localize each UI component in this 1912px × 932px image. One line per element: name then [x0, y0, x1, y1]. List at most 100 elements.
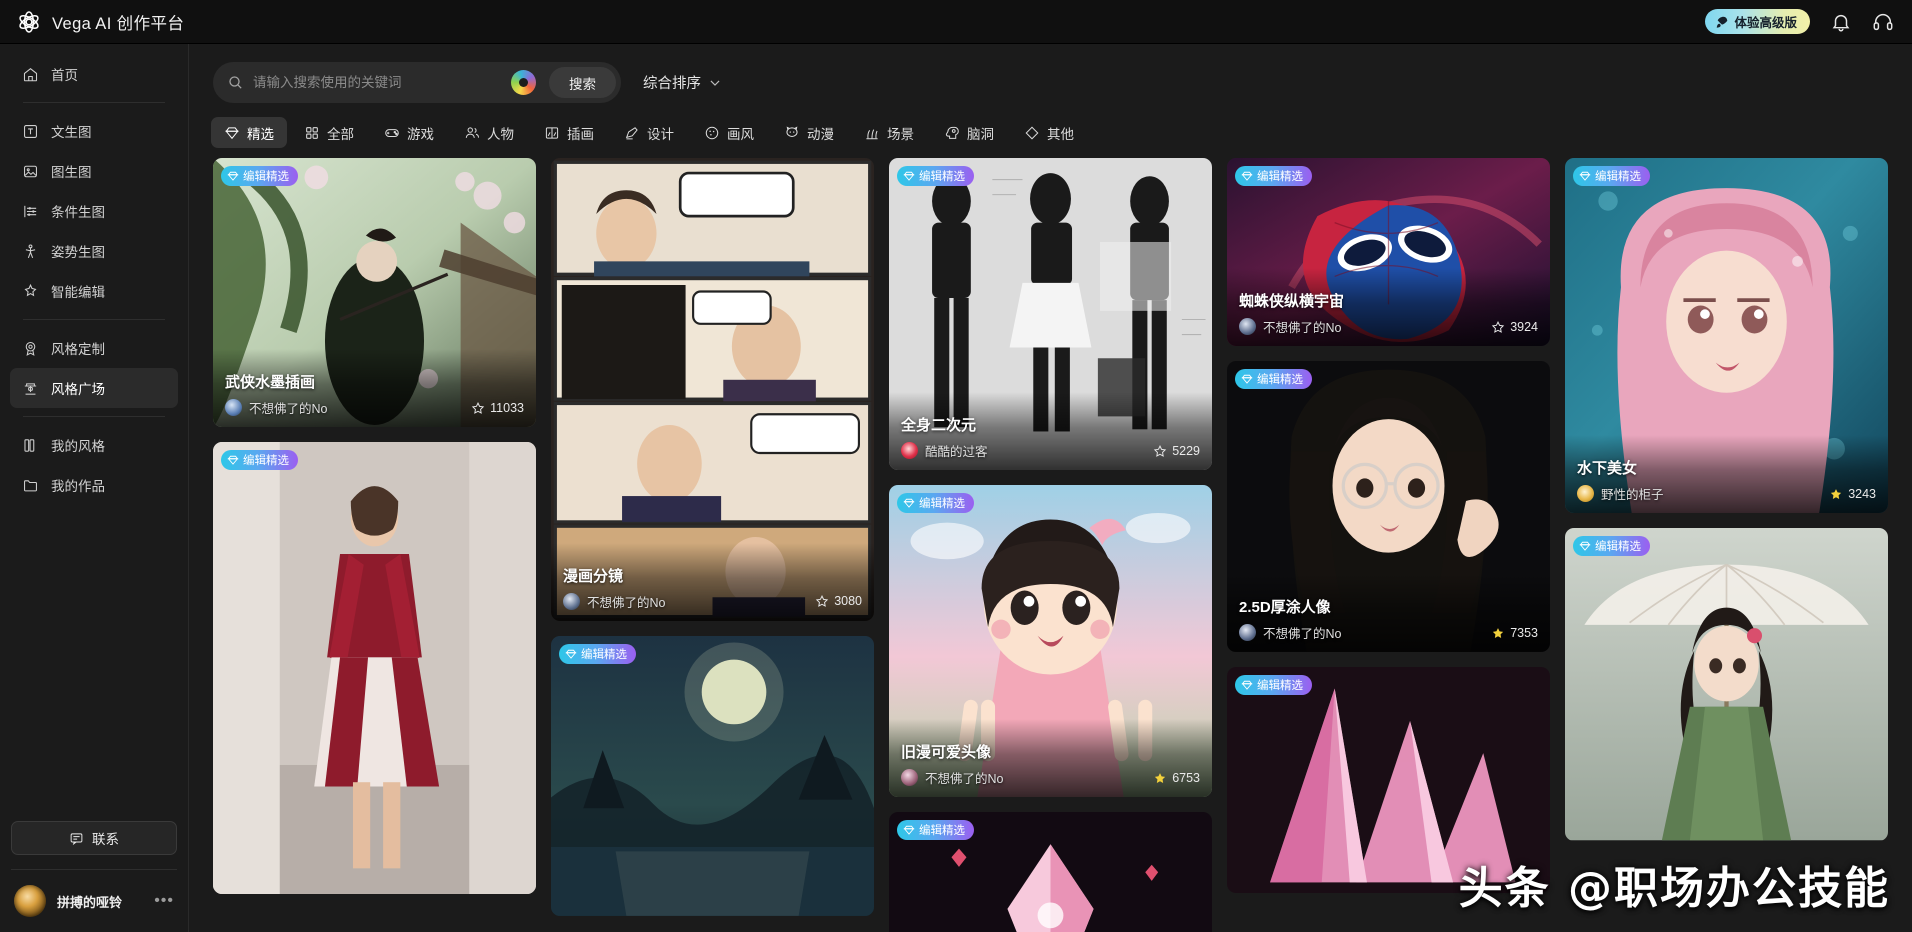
badge-label: 编辑精选	[1257, 171, 1303, 183]
user-name: 拼搏的哑铃	[57, 894, 123, 910]
editor-pick-badge: 编辑精选	[221, 450, 298, 471]
diamond-icon	[1241, 680, 1253, 690]
gallery-card[interactable]: 编辑精选 水下美女 野性的柜子 3243	[1565, 158, 1888, 514]
sidebar-item-my-works[interactable]: 我的作品	[10, 465, 178, 505]
card-like-count[interactable]: 11033	[471, 401, 524, 415]
card-artwork	[1565, 528, 1888, 841]
avatar	[1577, 485, 1594, 503]
search-box[interactable]: 搜索	[213, 62, 621, 103]
card-overlay: 2.5D厚涂人像 不想佛了的No 7353	[1227, 574, 1550, 653]
diamond-icon	[225, 126, 239, 139]
tab-all[interactable]: 全部	[291, 117, 367, 148]
card-like-count[interactable]: 5229	[1153, 444, 1200, 458]
card-meta: 不想佛了的No 11033	[225, 398, 524, 417]
avatar	[901, 769, 918, 787]
tab-games[interactable]: 游戏	[371, 117, 447, 148]
card-like-count[interactable]: 3243	[1829, 487, 1876, 501]
sidebar-item-condition-image[interactable]: 条件生图	[10, 191, 178, 231]
card-meta: 不想佛了的No 3080	[563, 592, 862, 611]
gallery-card[interactable]: 编辑精选 蜘蛛侠纵横宇宙 不想佛了的No 3924	[1227, 158, 1550, 347]
style-gallery[interactable]: 编辑精选 武侠水墨插画 不想佛了的No 11033 编辑精选 漫画分镜 不想佛了…	[189, 158, 1912, 932]
sidebar-item-label: 智能编辑	[51, 285, 105, 300]
tab-art-style[interactable]: 画风	[691, 117, 767, 148]
user-profile-row[interactable]: 拼搏的哑铃 •••	[0, 870, 188, 932]
sidebar-item-image-to-image[interactable]: 图生图	[10, 151, 178, 191]
gallery-card[interactable]: 编辑精选 2.5D厚涂人像 不想佛了的No 7353	[1227, 361, 1550, 653]
tab-featured[interactable]: 精选	[211, 117, 287, 148]
card-artwork	[1227, 667, 1550, 894]
sidebar-item-pose-image[interactable]: 姿势生图	[10, 231, 178, 271]
card-like-count[interactable]: 3080	[815, 594, 862, 608]
sidebar-divider-3	[23, 416, 165, 417]
palette-icon	[705, 126, 719, 139]
editor-pick-badge: 编辑精选	[1235, 369, 1312, 390]
badge-label: 编辑精选	[1257, 680, 1303, 693]
tab-label: 其他	[1047, 126, 1074, 142]
gallery-card[interactable]: 编辑精选	[1227, 667, 1550, 894]
tab-other[interactable]: 其他	[1011, 117, 1087, 148]
gallery-card[interactable]: 编辑精选	[213, 442, 536, 895]
brand[interactable]: Vega AI 创作平台	[16, 9, 184, 35]
card-like-count[interactable]: 3924	[1491, 320, 1538, 334]
sidebar-item-home[interactable]: 首页	[10, 54, 178, 94]
search-input[interactable]	[253, 75, 502, 90]
sidebar-item-style-plaza[interactable]: 风格广场	[10, 368, 178, 408]
badge-label: 编辑精选	[1595, 171, 1641, 183]
badge-label: 编辑精选	[919, 825, 965, 838]
camera-search-icon[interactable]	[511, 70, 536, 95]
tab-design[interactable]: 设计	[611, 117, 687, 148]
editor-pick-badge: 编辑精选	[1573, 166, 1650, 186]
tab-anime[interactable]: 动漫	[771, 117, 847, 148]
card-artwork	[213, 442, 536, 895]
sort-dropdown[interactable]: 综合排序	[643, 72, 722, 93]
search-button[interactable]: 搜索	[549, 67, 616, 98]
tab-label: 设计	[647, 126, 674, 142]
star-icon	[1154, 444, 1167, 457]
contact-button[interactable]: 联系	[11, 821, 177, 855]
category-tabs: 精选 全部 游戏 人物 插画 设计 画风 动漫 场景 脑洞 其他	[189, 103, 1912, 158]
gallery-card[interactable]: 编辑精选 全身二次元 酷酷的过客 5229	[889, 158, 1212, 471]
headset-icon[interactable]	[1872, 11, 1894, 33]
brain-icon	[945, 126, 959, 139]
like-count-value: 3924	[1510, 319, 1538, 334]
card-title: 蜘蛛侠纵横宇宙	[1239, 293, 1345, 311]
card-like-count[interactable]: 6753	[1153, 771, 1200, 785]
card-overlay: 漫画分镜 不想佛了的No 3080	[551, 542, 874, 621]
app-root: Vega AI 创作平台 体验高级版 首页 文生图 图生图 条件生图 姿势生图 …	[0, 0, 1912, 932]
editor-pick-badge: 编辑精选	[897, 820, 974, 841]
tab-brainstorm[interactable]: 脑洞	[931, 117, 1007, 148]
premium-button[interactable]: 体验高级版	[1705, 9, 1810, 34]
card-author: 不想佛了的No	[925, 772, 1004, 787]
gallery-card[interactable]: 编辑精选 旧漫可爱头像 不想佛了的No 6753	[889, 485, 1212, 798]
card-like-count[interactable]: 7353	[1491, 626, 1538, 640]
badge-label: 编辑精选	[1595, 541, 1641, 554]
more-dots-icon[interactable]: •••	[154, 892, 174, 910]
diamond-icon	[1241, 171, 1253, 181]
folder-icon	[24, 479, 37, 491]
diamond-icon	[903, 826, 915, 836]
gallery-card[interactable]: 编辑精选 武侠水墨插画 不想佛了的No 11033	[213, 158, 536, 428]
gallery-card[interactable]: 编辑精选	[1565, 528, 1888, 841]
like-count-value: 5229	[1172, 443, 1200, 458]
card-meta: 野性的柜子 3243	[1577, 484, 1876, 503]
sidebar-item-smart-edit[interactable]: 智能编辑	[10, 271, 178, 311]
diamond-icon	[227, 171, 239, 181]
tab-scene[interactable]: 场景	[851, 117, 927, 148]
bell-icon[interactable]	[1830, 11, 1852, 33]
card-author: 不想佛了的No	[587, 595, 666, 610]
gallery-card[interactable]: 漫画分镜 不想佛了的No 3080	[551, 158, 874, 621]
text-to-image-icon	[24, 124, 37, 138]
gallery-card[interactable]: 编辑精选	[889, 812, 1212, 932]
illustration-icon	[545, 126, 559, 139]
sliders-icon	[24, 205, 37, 217]
tab-people[interactable]: 人物	[451, 117, 527, 148]
sidebar-item-style-custom[interactable]: 风格定制	[10, 328, 178, 368]
tab-illustration[interactable]: 插画	[531, 117, 607, 148]
contact-button-label: 联系	[92, 832, 119, 847]
gallery-card[interactable]: 编辑精选	[551, 635, 874, 916]
sidebar-item-my-style[interactable]: 我的风格	[10, 425, 178, 465]
card-overlay: 旧漫可爱头像 不想佛了的No 6753	[889, 719, 1212, 798]
sidebar-item-text-to-image[interactable]: 文生图	[10, 111, 178, 151]
top-bar-actions: 体验高级版	[1705, 9, 1894, 34]
editor-pick-badge: 编辑精选	[1235, 166, 1312, 186]
